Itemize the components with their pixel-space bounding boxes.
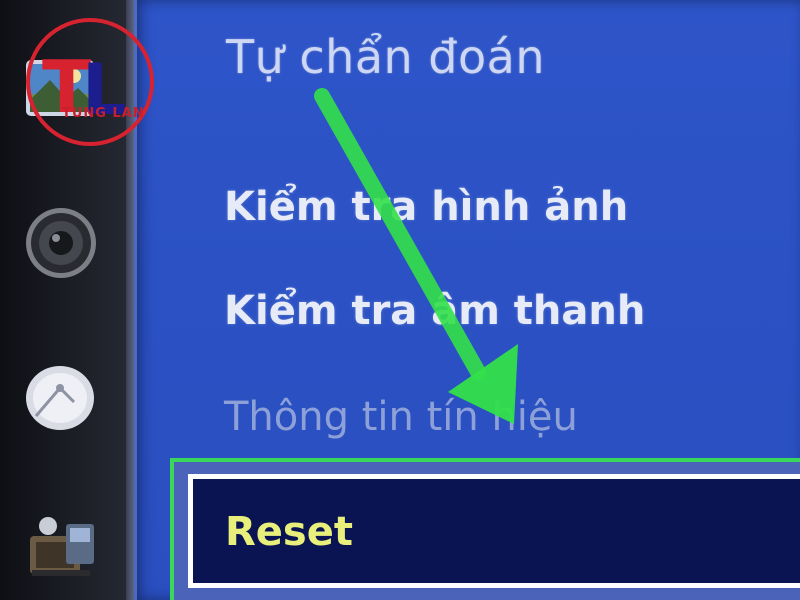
reset-label: Reset [225,509,353,555]
channel-icon[interactable] [22,358,100,436]
menu-title: Tự chẩn đoán [226,30,545,84]
menu-item-reset[interactable]: Reset [170,458,800,600]
menu-item-signal-info[interactable]: Thông tin tín hiệu [224,394,578,440]
menu-item-picture-test[interactable]: Kiểm tra hình ảnh [224,184,628,230]
menu-item-sound-test[interactable]: Kiểm tra âm thanh [224,288,645,334]
self-diagnosis-menu: Tự chẩn đoán Kiểm tra hình ảnh Kiểm tra … [134,0,800,600]
tv-screen: Tự chẩn đoán Kiểm tra hình ảnh Kiểm tra … [0,0,800,600]
sound-icon[interactable] [22,204,100,282]
support-icon[interactable] [22,506,100,584]
tung-lan-logo: T L [26,18,154,146]
logo-caption: TUNG LAN [62,106,145,121]
reset-selection-box: Reset [188,474,800,588]
